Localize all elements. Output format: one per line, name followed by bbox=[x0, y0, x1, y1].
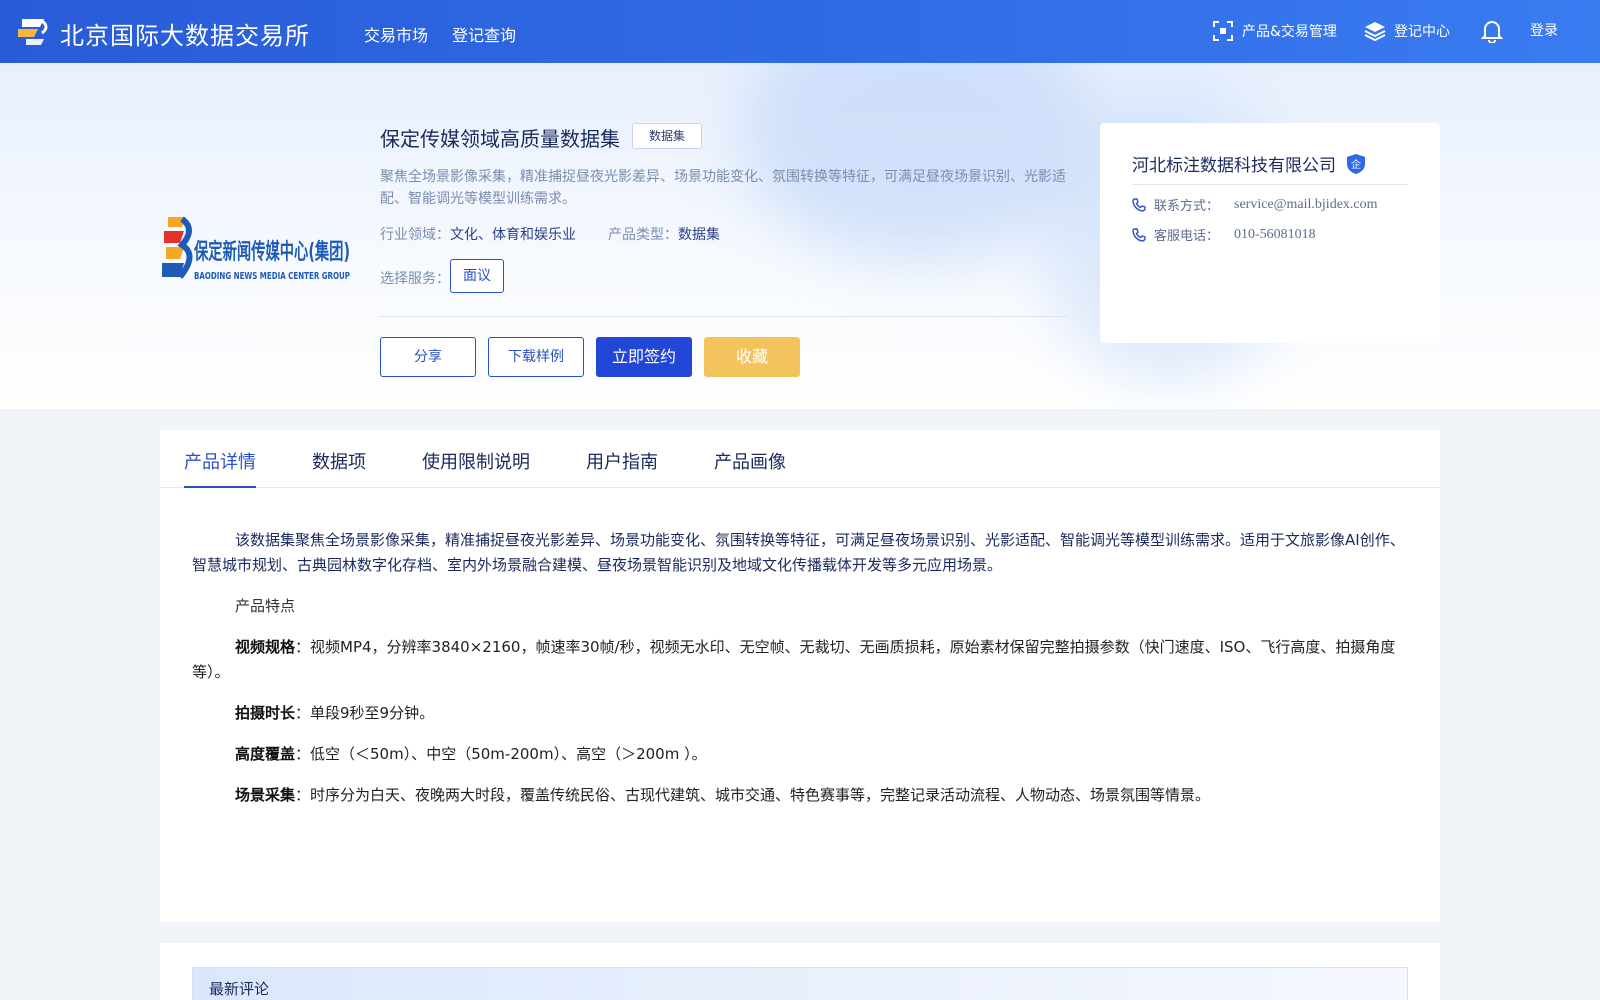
tab-user-guide[interactable]: 用户指南 bbox=[586, 448, 658, 474]
tab-usage-restrictions[interactable]: 使用限制说明 bbox=[422, 448, 530, 474]
nav-register-center[interactable]: 登记中心 bbox=[1364, 20, 1450, 42]
company-divider bbox=[1132, 184, 1408, 185]
industry-label: 行业领域： bbox=[380, 227, 450, 243]
active-tab-indicator bbox=[184, 486, 256, 488]
service-label: 选择服务： bbox=[380, 271, 450, 287]
product-type-value: 数据集 bbox=[678, 227, 720, 243]
layers-icon bbox=[1364, 22, 1386, 42]
product-detail-panel: 产品详情 数据项 使用限制说明 用户指南 产品画像 该数据集聚焦全场景影像采集，… bbox=[160, 430, 1440, 922]
phone-label: 客服电话： bbox=[1154, 229, 1220, 244]
nav-trade-market[interactable]: 交易市场 bbox=[364, 22, 428, 46]
product-type-label: 产品类型： bbox=[608, 227, 678, 243]
phone-icon bbox=[1132, 227, 1146, 242]
company-name-row: 河北标注数据科技有限公司 企 bbox=[1132, 151, 1366, 176]
product-type-tag: 数据集 bbox=[632, 123, 703, 149]
feature-item: 场景采集：时序分为白天、夜晚两大时段，覆盖传统民俗、古现代建筑、城市交通、特色赛… bbox=[192, 783, 1412, 808]
phone-number: 010-56081018 bbox=[1234, 226, 1316, 242]
feature-item: 视频规格：视频MP4，分辨率3840×2160，帧速率30帧/秒，视频无水印、无… bbox=[192, 635, 1412, 685]
contact-email-row: 联系方式： service@mail.bjidex.com bbox=[1132, 195, 1378, 214]
comments-title: 最新评论 bbox=[209, 980, 270, 998]
features-heading: 产品特点 bbox=[235, 597, 296, 615]
nav-registration-query[interactable]: 登记查询 bbox=[452, 22, 516, 46]
contact-phone-row: 客服电话： 010-56081018 bbox=[1132, 225, 1316, 244]
top-nav-bar: 北京国际大数据交易所 交易市场 登记查询 产品&交易管理 登记中心 登录 bbox=[0, 0, 1600, 63]
logo-en-text: BAODING NEWS MEDIA CENTER GROUP bbox=[194, 271, 350, 282]
enterprise-verified-shield-icon: 企 bbox=[1347, 153, 1365, 174]
product-title: 保定传媒领域高质量数据集 bbox=[380, 127, 620, 151]
detail-tabs: 产品详情 数据项 使用限制说明 用户指南 产品画像 bbox=[160, 430, 1440, 488]
product-detail-content: 该数据集聚焦全场景影像采集，精准捕捉昼夜光影差异、场景功能变化、氛围转换等特征，… bbox=[192, 528, 1412, 824]
company-name[interactable]: 河北标注数据科技有限公司 bbox=[1132, 151, 1336, 176]
enterprise-badge-text: 企 bbox=[1351, 158, 1361, 171]
feature-text: ：单段9秒至9分钟。 bbox=[295, 704, 435, 722]
industry-field: 行业领域：文化、体育和娱乐业 bbox=[380, 224, 576, 244]
feature-label: 高度覆盖 bbox=[235, 745, 296, 763]
site-logo-icon[interactable] bbox=[16, 15, 52, 47]
product-hero: 保定新闻传媒中心(集团) BAODING NEWS MEDIA CENTER G… bbox=[0, 63, 1600, 409]
tab-product-details[interactable]: 产品详情 bbox=[184, 448, 256, 474]
product-provider-logo: 保定新闻传媒中心(集团) BAODING NEWS MEDIA CENTER G… bbox=[162, 216, 350, 282]
scan-icon bbox=[1213, 21, 1233, 41]
tab-product-profile[interactable]: 产品画像 bbox=[714, 448, 786, 474]
service-option-negotiable[interactable]: 面议 bbox=[450, 259, 504, 293]
feature-text: ：视频MP4，分辨率3840×2160，帧速率30帧/秒，视频无水印、无空帧、无… bbox=[192, 638, 1396, 681]
nav-product-trade-mgmt[interactable]: 产品&交易管理 bbox=[1212, 20, 1337, 42]
login-button[interactable]: 登录 bbox=[1530, 20, 1558, 40]
nav-register-center-label: 登记中心 bbox=[1394, 24, 1450, 40]
hero-divider bbox=[380, 316, 1068, 317]
notification-bell-icon[interactable] bbox=[1481, 19, 1503, 43]
nav-product-trade-mgmt-label: 产品&交易管理 bbox=[1242, 24, 1337, 40]
share-button[interactable]: 分享 bbox=[380, 337, 476, 377]
comments-section: 最新评论 bbox=[160, 943, 1440, 1000]
favorite-button[interactable]: 收藏 bbox=[704, 337, 800, 377]
product-description: 聚焦全场景影像采集，精准捕捉昼夜光影差异、场景功能变化、氛围转换等特征，可满足昼… bbox=[380, 169, 1066, 207]
download-sample-button[interactable]: 下载样例 bbox=[488, 337, 584, 377]
feature-label: 场景采集 bbox=[235, 786, 296, 804]
company-card: 河北标注数据科技有限公司 企 联系方式： service@mail.bjidex… bbox=[1100, 123, 1440, 343]
product-type-field: 产品类型：数据集 bbox=[608, 224, 720, 244]
feature-item: 拍摄时长：单段9秒至9分钟。 bbox=[192, 701, 1412, 726]
comments-header: 最新评论 bbox=[192, 967, 1408, 1000]
feature-text: ：时序分为白天、夜晚两大时段，覆盖传统民俗、古现代建筑、城市交通、特色赛事等，完… bbox=[295, 786, 1211, 804]
site-brand-name[interactable]: 北京国际大数据交易所 bbox=[60, 16, 310, 51]
contact-label: 联系方式： bbox=[1154, 199, 1220, 214]
feature-label: 视频规格 bbox=[235, 638, 296, 656]
logo-cn-text: 保定新闻传媒中心(集团) bbox=[193, 239, 350, 265]
tab-data-items[interactable]: 数据项 bbox=[312, 448, 366, 474]
feature-item: 高度覆盖：低空（＜50m）、中空（50m-200m）、高空（＞200m ）。 bbox=[192, 742, 1412, 767]
feature-text: ：低空（＜50m）、中空（50m-200m）、高空（＞200m ）。 bbox=[295, 745, 707, 763]
sign-now-button[interactable]: 立即签约 bbox=[596, 337, 692, 377]
feature-label: 拍摄时长 bbox=[235, 704, 296, 722]
industry-value: 文化、体育和娱乐业 bbox=[450, 227, 576, 243]
phone-icon bbox=[1132, 197, 1146, 212]
detail-intro: 该数据集聚焦全场景影像采集，精准捕捉昼夜光影差异、场景功能变化、氛围转换等特征，… bbox=[192, 531, 1405, 574]
contact-email[interactable]: service@mail.bjidex.com bbox=[1234, 197, 1378, 213]
